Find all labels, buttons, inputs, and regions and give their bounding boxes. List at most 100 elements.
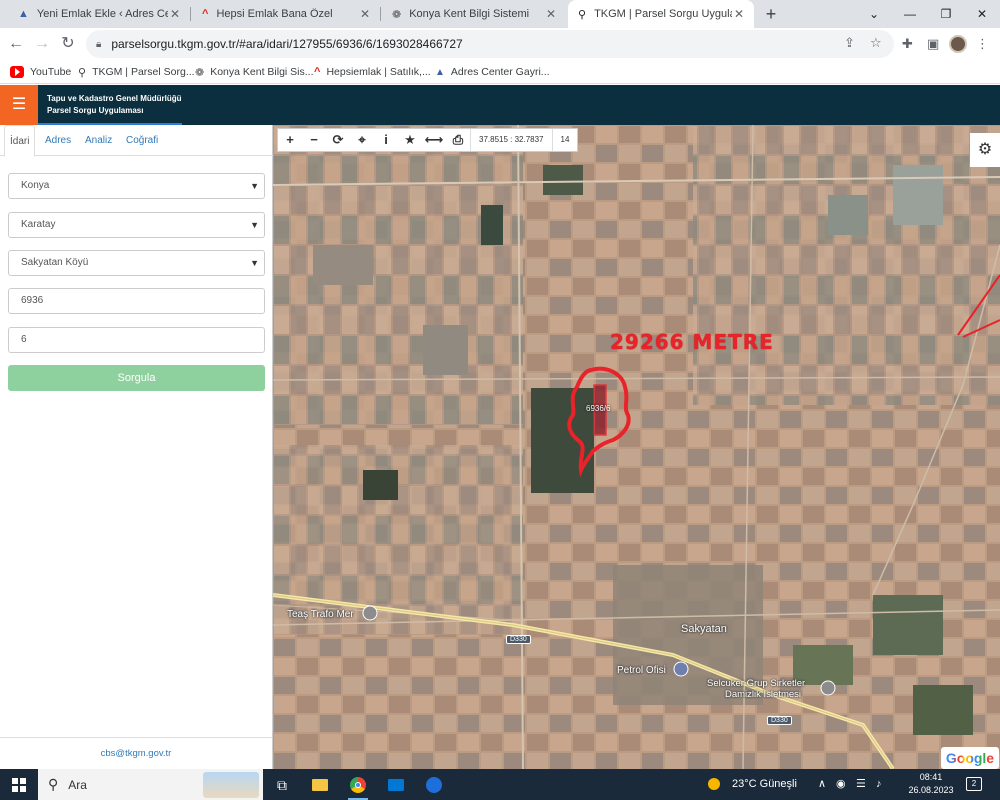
block-input[interactable]: 6936 <box>8 288 265 314</box>
zoom-out-button[interactable]: − <box>302 129 326 151</box>
task-view-icon[interactable]: ⧉ <box>268 773 296 797</box>
refresh-icon[interactable]: ⟳ <box>326 129 350 151</box>
close-icon[interactable]: ✕ <box>358 7 372 21</box>
satellite-map[interactable]: + − ⟳ ⌖ i ★ ⟷ ⎙ 37.8515 : 32.7837 14 ⚙ 2… <box>273 125 1000 769</box>
konya-logo-icon: ❁ <box>392 8 402 21</box>
extensions-icon[interactable]: ✚ <box>902 36 913 52</box>
query-button[interactable]: Sorgula <box>8 365 265 391</box>
road-shield-d330: D330 <box>506 635 531 644</box>
parcel-value: 6 <box>21 334 27 345</box>
side-panel-icon[interactable]: ▣ <box>927 36 939 52</box>
windows-start-icon[interactable] <box>12 778 26 792</box>
sidebar-tabs: İdari Adres Analiz Coğrafi <box>0 125 273 157</box>
search-placeholder: Ara <box>68 777 87 792</box>
more-menu-icon[interactable]: ⋮ <box>976 36 989 52</box>
bookmark-label: YouTube <box>30 66 72 78</box>
label-petrol-ofisi[interactable]: Petrol Ofisi <box>617 665 666 676</box>
tray-chevron-icon[interactable]: ∧ <box>818 769 826 800</box>
youtube-icon <box>10 66 24 78</box>
network-icon[interactable]: ◉ <box>836 769 846 800</box>
footer-email[interactable]: cbs@tkgm.gov.tr <box>0 737 272 769</box>
hamburger-menu-icon[interactable]: ☰ <box>0 85 38 125</box>
bookmark-youtube[interactable]: YouTube <box>10 64 71 80</box>
tab-tkgm[interactable]: ⚲ TKGM | Parsel Sorgu Uygulaması ✕ <box>568 0 754 28</box>
map-pin-icon: ⚲ <box>578 8 587 21</box>
lock-icon: 🔒︎ <box>96 38 102 50</box>
app-header: ☰ Tapu ve Kadastro Genel Müdürlüğü Parse… <box>0 85 1000 125</box>
close-icon[interactable]: ✕ <box>168 7 182 21</box>
restore-button[interactable]: ❐ <box>928 0 964 28</box>
label-sakyatan[interactable]: Sakyatan <box>681 623 727 635</box>
label-trafo[interactable]: Teaş Trafo Mer <box>287 609 354 620</box>
app-title-line2: Parsel Sorgu Uygulaması <box>47 106 144 115</box>
bookmarks-bar: YouTube ⚲ TKGM | Parsel Sorg... ❁ Konya … <box>0 60 1000 84</box>
locate-icon[interactable]: ⌖ <box>350 129 374 151</box>
tab-idari[interactable]: İdari <box>4 125 36 157</box>
bookmark-adres-center[interactable]: ▲ Adres Center Gayri... <box>435 64 550 80</box>
measure-icon[interactable]: ⟷ <box>422 129 446 151</box>
zoom-in-button[interactable]: + <box>278 129 302 151</box>
mosque-illustration-icon <box>203 772 259 798</box>
back-arrow-icon[interactable]: ← <box>4 32 28 56</box>
district-value: Karatay <box>21 219 56 230</box>
mail-icon[interactable] <box>382 773 410 797</box>
share-icon[interactable]: ⇪ <box>844 35 855 51</box>
volume-icon[interactable]: ♪ <box>876 769 882 800</box>
wifi-icon[interactable]: ☰ <box>856 769 866 800</box>
tab-cografi[interactable]: Coğrafi <box>126 125 158 156</box>
close-icon[interactable]: ✕ <box>544 7 558 21</box>
chrome-icon[interactable] <box>344 773 372 800</box>
bookmark-tkgm[interactable]: ⚲ TKGM | Parsel Sorg... <box>78 64 195 80</box>
globe-app-icon[interactable] <box>420 773 448 797</box>
tab-search-dropdown[interactable]: ⌄ <box>856 0 892 28</box>
browser-toolbar: ← → ↻ 🔒︎ parselsorgu.tkgm.gov.tr/#ara/id… <box>0 28 1000 60</box>
info-icon[interactable]: i <box>374 129 398 151</box>
district-select[interactable]: Karatay ▼ <box>8 212 265 238</box>
bookmark-star-icon[interactable]: ☆ <box>870 35 882 51</box>
tab-separator <box>190 7 191 21</box>
bookmark-label: Adres Center Gayri... <box>450 66 550 78</box>
bookmark-label: TKGM | Parsel Sorg... <box>92 66 195 78</box>
avatar[interactable] <box>949 35 967 53</box>
tab-separator <box>380 7 381 21</box>
weather-icon[interactable] <box>708 769 720 800</box>
triangle-logo-icon: ▲ <box>18 8 29 20</box>
file-explorer-icon[interactable] <box>306 773 334 797</box>
minimize-button[interactable]: — <box>892 0 928 28</box>
close-icon[interactable]: ✕ <box>732 7 746 21</box>
distance-annotation: 29266 METRE <box>610 330 774 354</box>
new-tab-button[interactable]: + <box>760 3 782 25</box>
reload-icon[interactable]: ↻ <box>56 32 80 56</box>
coordinate-readout: 37.8515 : 32.7837 <box>470 129 552 151</box>
zoom-level: 14 <box>551 129 578 151</box>
chevron-down-icon: ▼ <box>250 258 259 268</box>
bookmark-hepsiemlak[interactable]: ^ Hepsiemlak | Satılık,... <box>314 64 431 80</box>
print-icon[interactable]: ⎙ <box>446 129 470 151</box>
map-pin-icon: ⚲ <box>78 66 87 79</box>
parcel-input[interactable]: 6 <box>8 327 265 353</box>
app-title: Tapu ve Kadastro Genel Müdürlüğü Parsel … <box>47 93 182 117</box>
taskbar-clock[interactable]: 08:41 26.08.2023 <box>900 771 962 797</box>
close-window-button[interactable]: ✕ <box>964 0 1000 28</box>
konya-logo-icon: ❁ <box>195 66 205 79</box>
star-icon[interactable]: ★ <box>398 129 422 151</box>
notification-icon[interactable]: 2 <box>966 777 982 791</box>
bookmark-konya[interactable]: ❁ Konya Kent Bilgi Sis... <box>195 64 314 80</box>
app-title-line1: Tapu ve Kadastro Genel Müdürlüğü <box>47 94 182 103</box>
hepsiemlak-icon: ^ <box>314 66 321 78</box>
weather-text[interactable]: 23°C Güneşli <box>732 769 797 800</box>
label-selcuker-line1[interactable]: Selcuker Grup Sirketler <box>707 678 805 689</box>
tab-hepsiemlak[interactable]: ^ Hepsi Emlak Bana Özel ✕ <box>192 0 380 28</box>
browser-tabstrip: ▲ Yeni Emlak Ekle ‹ Adres Center Gayri ✕… <box>0 0 1000 28</box>
tab-adres-center[interactable]: ▲ Yeni Emlak Ekle ‹ Adres Center Gayri ✕ <box>8 0 190 28</box>
tab-adres[interactable]: Adres <box>45 125 71 156</box>
address-bar[interactable]: 🔒︎ parselsorgu.tkgm.gov.tr/#ara/idari/12… <box>86 30 894 58</box>
gear-icon[interactable]: ⚙ <box>970 133 1000 167</box>
neighborhood-select[interactable]: Sakyatan Köyü ▼ <box>8 250 265 276</box>
taskbar-search[interactable]: ⚲ Ara <box>38 769 263 800</box>
tab-konya-kent[interactable]: ❁ Konya Kent Bilgi Sistemi ✕ <box>382 0 566 28</box>
province-select[interactable]: Konya ▼ <box>8 173 265 199</box>
tab-analiz[interactable]: Analiz <box>85 125 112 156</box>
forward-arrow-icon[interactable]: → <box>30 32 54 56</box>
label-selcuker-line2[interactable]: Damizlik Isletmesi <box>725 689 801 700</box>
